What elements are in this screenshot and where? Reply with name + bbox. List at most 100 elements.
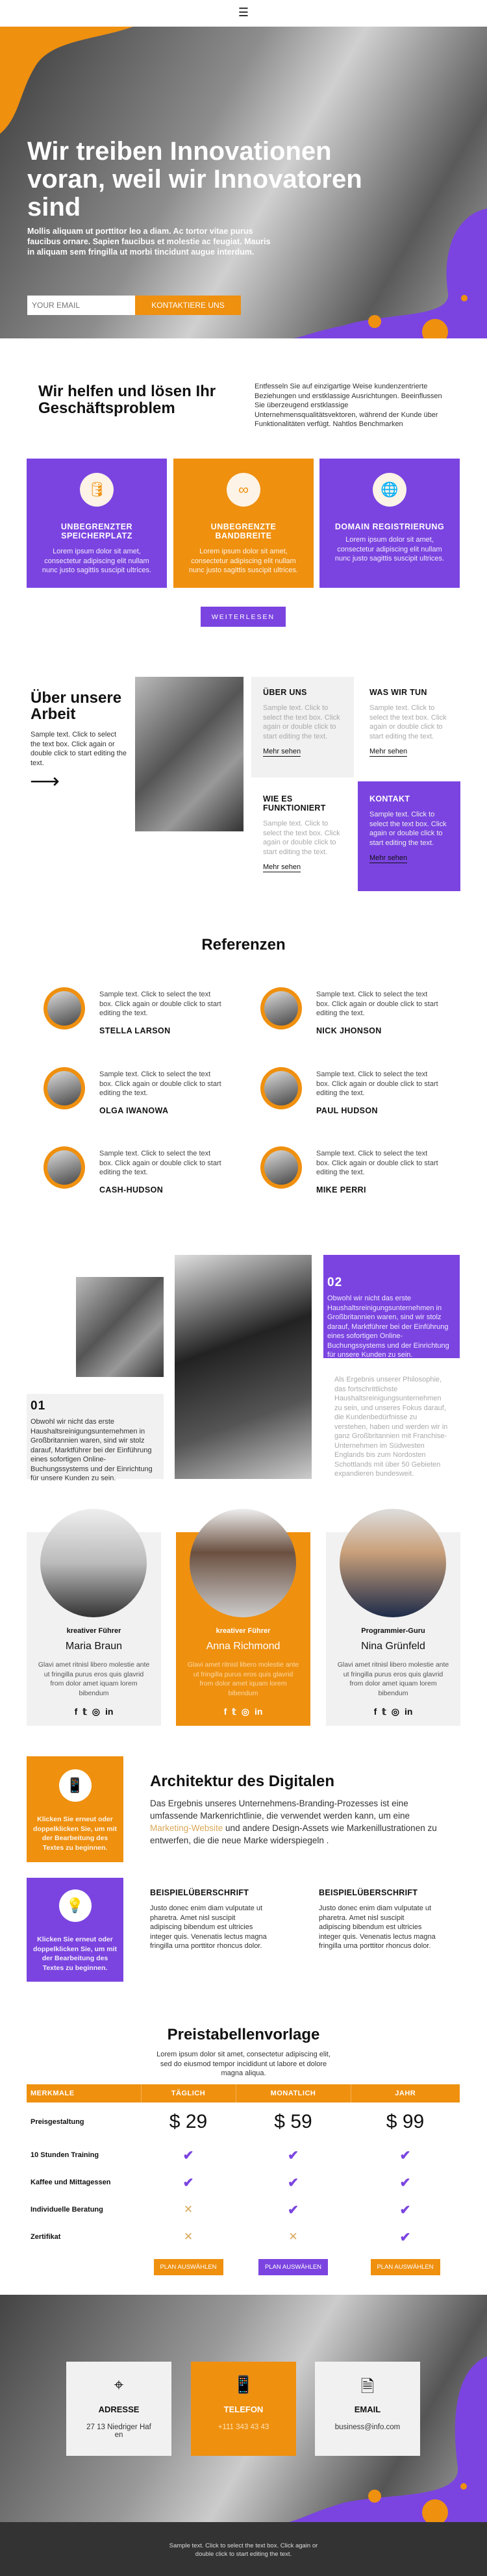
testimonial: Sample text. Click to select the text bo… [316,1149,440,1194]
facebook-icon[interactable]: f [374,1706,377,1717]
twitter-icon[interactable]: 𝕥 [82,1706,87,1717]
arrow-right-icon[interactable]: ⟶ [30,770,60,791]
hero-text: Mollis aliquam ut porttitor leo a diam. … [27,227,271,257]
philosophy-text: Als Ergebnis unserer Philosophie, das fo… [334,1376,448,1478]
footer: Sample text. Click to select the text bo… [0,2522,487,2576]
select-plan-button[interactable]: PLAN AUSWÄHLEN [153,2258,223,2275]
price: $ 29 [169,2111,208,2132]
team-role: kreativer Führer [66,1627,121,1635]
select-plan-button[interactable]: PLAN AUSWÄHLEN [370,2258,440,2275]
pricing-header: JAHR [350,2084,460,2102]
box-text: Sample text. Click to select the text bo… [369,704,447,741]
phone-icon: 📱 [232,2375,255,2394]
feature-card: 🛢 UNBEGRENZTER SPEICHERPLATZ Lorem ipsum… [27,459,167,588]
testimonial-text: Sample text. Click to select the text bo… [316,1150,438,1176]
contact-section: ⌖ ADRESSE 27 13 Niedriger Hafen 📱 TELEFO… [0,2295,487,2522]
more-link[interactable]: Mehr sehen [369,854,408,863]
architecture-image [135,677,244,831]
email-input[interactable] [27,296,135,315]
hamburger-icon[interactable]: ☰ [238,6,249,18]
phone-feature-box: 📱 Klicken Sie erneut oder doppelklicken … [27,1756,123,1862]
contact-title: EMAIL [354,2405,381,2414]
help-text: Entfesseln Sie auf einzigartige Weise ku… [255,383,442,428]
help-title: Wir helfen und lösen Ihr Geschäftsproble… [38,383,216,417]
check-icon: ✔ [399,2148,411,2163]
pricing-header: TÄGLICH [140,2084,236,2102]
marketing-website-link[interactable]: Marketing-Website [150,1823,223,1833]
testimonial-name: CASH-HUDSON [99,1185,164,1194]
small-building-image [76,1277,164,1377]
instagram-icon[interactable]: ◎ [392,1706,399,1717]
avatar [260,1146,302,1189]
work-title: Über unsere Arbeit [31,689,122,723]
check-icon: ✔ [399,2203,411,2217]
team-role: kreativer Führer [216,1627,271,1635]
instagram-icon[interactable]: ◎ [242,1706,249,1717]
twitter-icon[interactable]: 𝕥 [232,1706,236,1717]
feature-text: Lorem ipsum dolor sit amet, consectetur … [334,536,445,562]
team-photo [40,1509,147,1617]
step-text: Obwohl wir nicht das erste Haushaltsrein… [31,1418,153,1482]
footer-text: Sample text. Click to select the text bo… [169,2542,318,2558]
testimonial-text: Sample text. Click to select the text bo… [316,991,438,1017]
avatar [44,987,85,1029]
team-text: Glavi amet ritnisl libero molestie ante … [38,1661,150,1698]
more-link[interactable]: Mehr sehen [369,748,408,757]
price: $ 99 [386,2111,425,2132]
column-text: Justo donec enim diam vulputate ut phare… [150,1904,267,1950]
check-icon: ✔ [288,2175,299,2190]
box-text: Sample text. Click to select the text bo… [369,811,447,848]
feature-title: DOMAIN REGISTRIERUNG [334,522,445,531]
testimonial: Sample text. Click to select the text bo… [99,1070,223,1115]
pricing-title: Preistabellenvorlage [167,2026,320,2043]
price: $ 59 [274,2111,312,2132]
map-pin-icon: ⌖ [114,2375,124,2394]
contact-value: 27 13 Niedriger Hafen [86,2423,151,2439]
team-info: kreativer Führer Maria Braun Glavi amet … [27,1627,161,1718]
more-link[interactable]: Mehr sehen [263,748,301,757]
hero-title: Wir treiben Innovationen voran, weil wir… [27,137,362,221]
instagram-icon[interactable]: ◎ [92,1706,100,1717]
box-title: WAS WIR TUN [369,688,427,697]
read-more-button[interactable]: WEITERLESEN [201,607,286,627]
team-name: Anna Richmond [206,1641,281,1652]
box-title: WIE ES FUNKTIONIERT [263,794,326,813]
team-name: Maria Braun [65,1641,123,1652]
feature-card: 🌐 DOMAIN REGISTRIERUNG Lorem ipsum dolor… [319,459,460,588]
column-title: BEISPIELÜBERSCHRIFT [150,1888,249,1897]
team-role: Programmier-Guru [361,1627,425,1635]
avatar [44,1067,85,1109]
contact-button[interactable]: KONTAKTIERE UNS [135,296,241,315]
linkedin-icon[interactable]: in [255,1706,262,1717]
pricing-table: MERKMALE TÄGLICH MONATLICH JAHR Preisgestalt… [27,2084,460,2283]
contact-card: 🗎 EMAIL business@info.com [315,2362,420,2456]
avatar [44,1146,85,1189]
team-name: Nina Grünfeld [361,1641,425,1652]
contact-value[interactable]: business@info.com [333,2423,402,2431]
linkedin-icon[interactable]: in [105,1706,113,1717]
info-box-contact: KONTAKT Sample text. Click to select the… [358,781,460,891]
box-text: Klicken Sie erneut oder doppelklicken Si… [33,1936,117,1972]
testimonial: Sample text. Click to select the text bo… [316,990,440,1035]
info-box: WIE ES FUNKTIONIERT Sample text. Click t… [251,781,354,892]
twitter-icon[interactable]: 𝕥 [382,1706,386,1717]
box-title: ÜBER UNS [263,688,307,697]
testimonial-name: MIKE PERRI [316,1185,366,1194]
testimonial-text: Sample text. Click to select the text bo… [99,991,221,1017]
info-box: WAS WIR TUN Sample text. Click to select… [358,677,460,777]
check-icon: ✔ [288,2148,299,2163]
feature-label: 10 Stunden Training [31,2151,99,2159]
step-number: 01 [31,1399,46,1413]
column-text: Justo donec enim diam vulputate ut phare… [319,1904,436,1950]
team-photo [190,1509,296,1617]
linkedin-icon[interactable]: in [405,1706,412,1717]
facebook-icon[interactable]: f [75,1706,78,1717]
orange-blob [0,27,133,134]
pricing-subtitle: Lorem ipsum dolor sit amet, consectetur … [156,2051,331,2077]
more-link[interactable]: Mehr sehen [263,863,301,872]
smartphone-icon: 📱 [58,1769,92,1802]
facebook-icon[interactable]: f [224,1706,227,1717]
testimonial: Sample text. Click to select the text bo… [99,1149,223,1194]
box-title: KONTAKT [369,794,410,803]
select-plan-button[interactable]: PLAN AUSWÄHLEN [258,2258,328,2275]
